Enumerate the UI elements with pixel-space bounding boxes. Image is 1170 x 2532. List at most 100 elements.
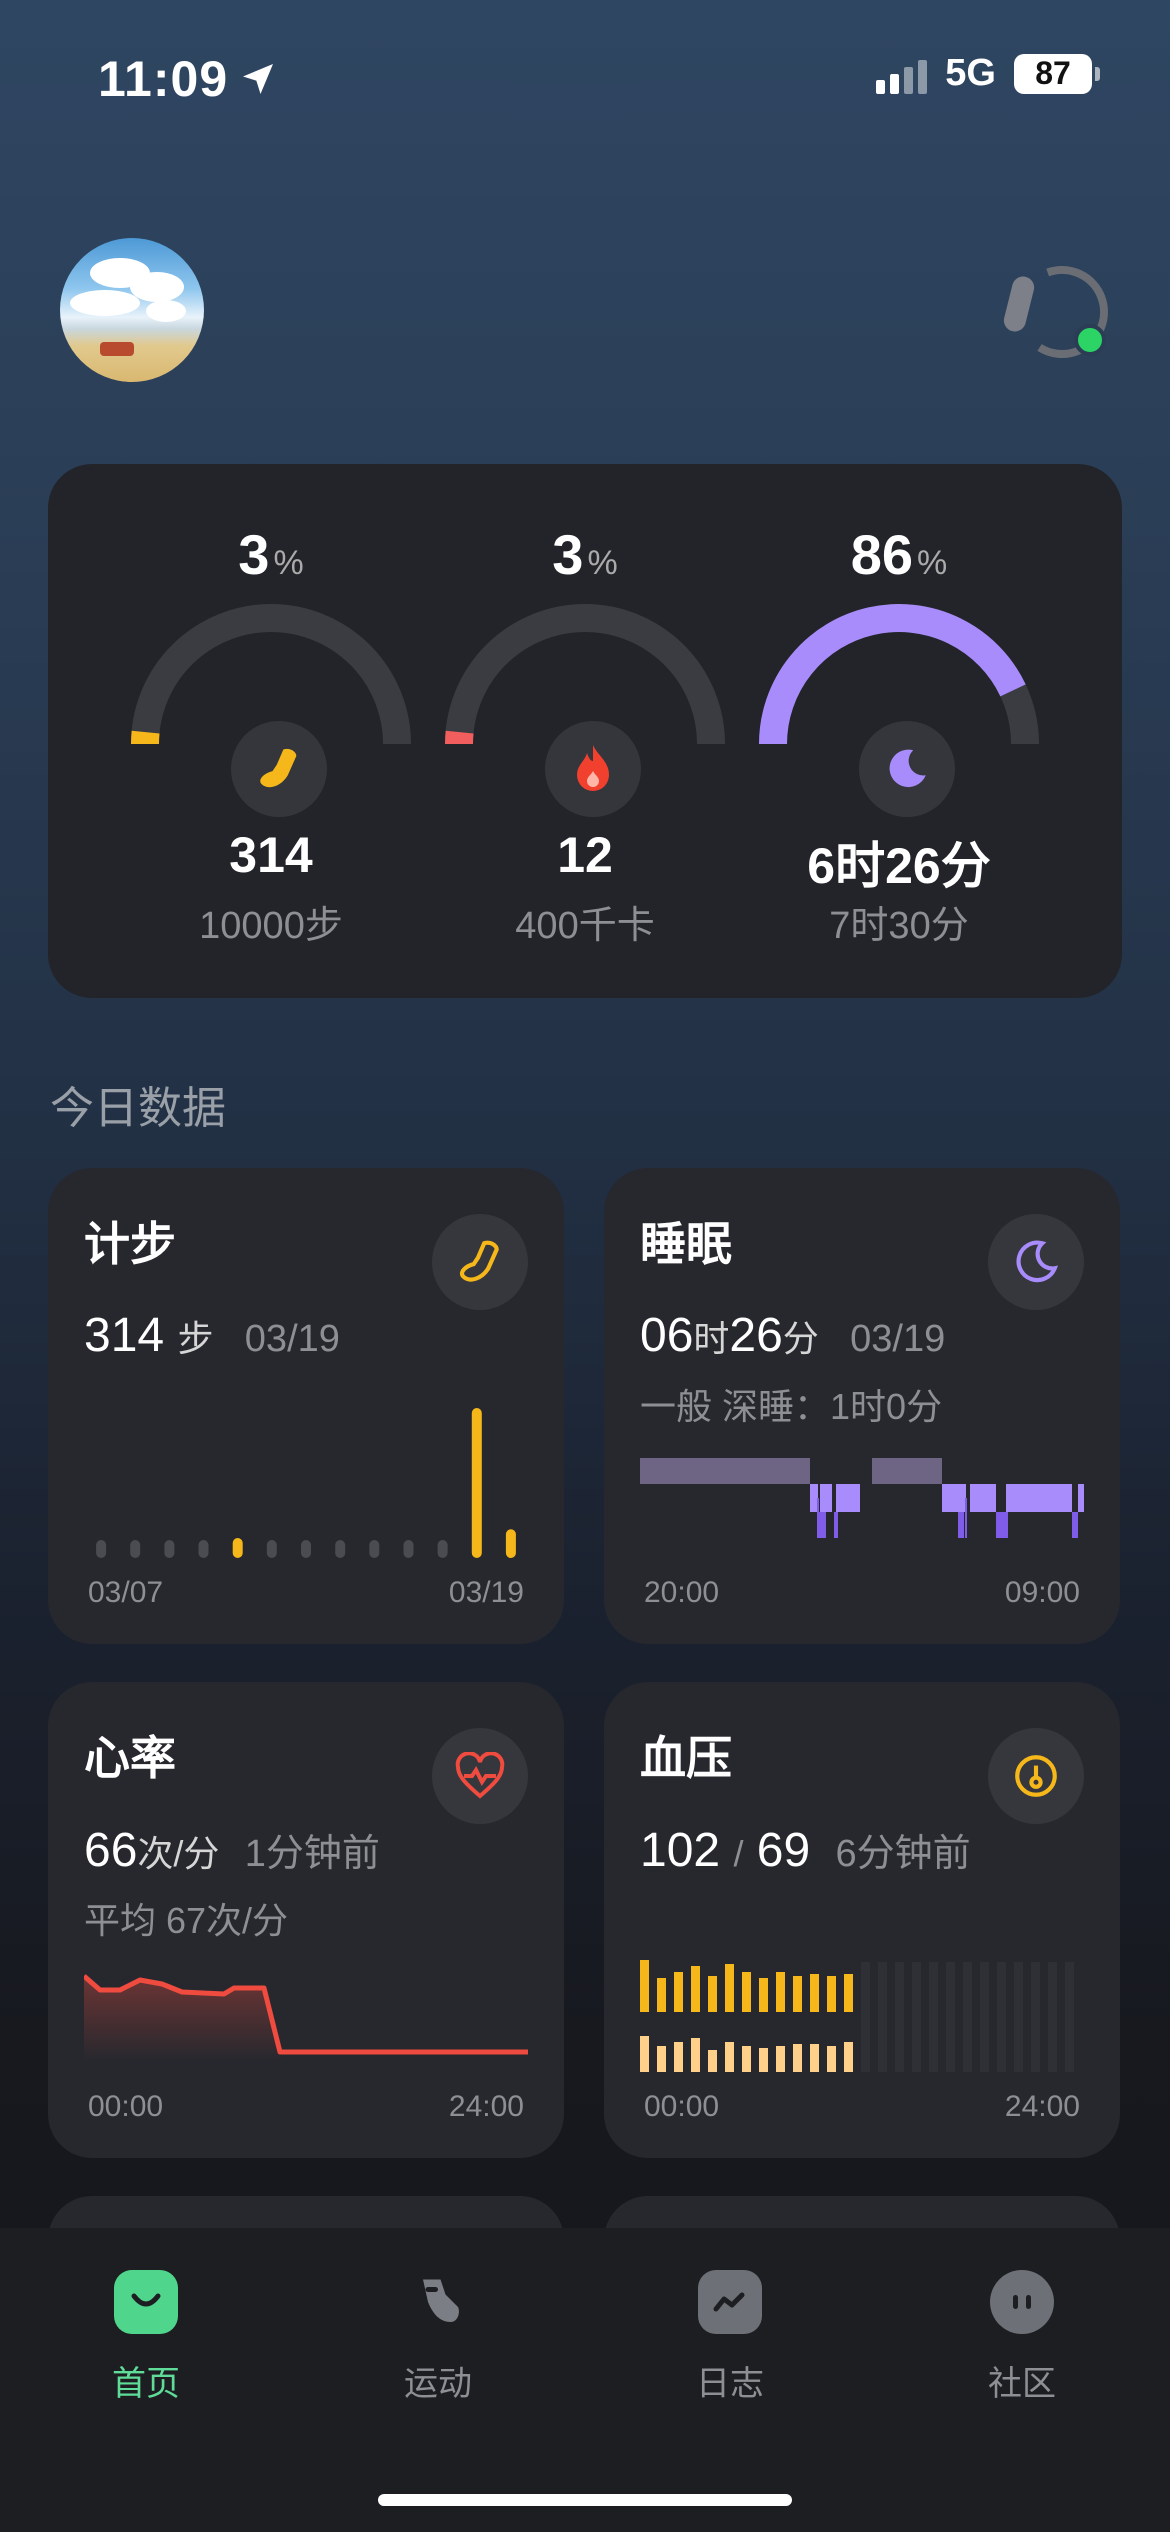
steps-bar (369, 1540, 380, 1558)
moon-icon (859, 721, 955, 817)
bp-systolic-bar (708, 1976, 717, 2012)
status-time: 11:09 (98, 50, 278, 108)
tab-sport[interactable]: 运动 (338, 2270, 538, 2405)
gauge-icon (988, 1728, 1084, 1824)
signal-icon (876, 54, 928, 94)
bp-empty-bar (929, 1962, 938, 2072)
bp-empty-bar (878, 1962, 887, 2072)
bp-empty-bar (997, 1962, 1006, 2072)
time-text: 11:09 (98, 51, 229, 107)
bp-systolic-bar (742, 1972, 751, 2012)
bp-diastolic-bar (640, 2036, 649, 2072)
sleep-value: 6时26分 (807, 838, 991, 894)
calories-percent: 3% (552, 523, 618, 586)
steps-value: 314 (229, 827, 313, 883)
heart-card-value: 66次/分 1分钟前 (84, 1824, 380, 1877)
battery-icon: 87 (1014, 53, 1100, 94)
heart-rate-card[interactable]: 心率 66次/分 1分钟前 平均 67次/分 00:00 24:00 (48, 1682, 564, 2158)
steps-bar (403, 1540, 414, 1558)
bp-diastolic-bar (742, 2046, 751, 2072)
sleep-axis-start: 20:00 (644, 1576, 720, 1609)
sleep-card[interactable]: 睡眠 06时26分 03/19 一般 深睡：1时0分 20:00 09:00 (604, 1168, 1120, 1644)
bp-systolic-bar (674, 1972, 683, 2012)
bp-diastolic-bar (691, 2038, 700, 2072)
steps-card-value: 314 步 03/19 (84, 1309, 340, 1362)
steps-bar (505, 1529, 516, 1558)
tab-home-label: 首页 (112, 2365, 180, 2403)
bp-diastolic-bar (776, 2046, 785, 2072)
steps-bar (198, 1540, 209, 1558)
sleep-card-title: 睡眠 (640, 1218, 732, 1270)
tab-log[interactable]: 日志 (630, 2270, 830, 2405)
location-arrow-icon (243, 64, 274, 94)
tab-bar: 首页 运动 日志 社区 (0, 2228, 1170, 2532)
calories-value: 12 (557, 827, 613, 883)
bp-systolic-bar (810, 1974, 819, 2012)
bp-systolic-bar (640, 1960, 649, 2012)
sleep-stage-chart (640, 1458, 1084, 1538)
shoe-icon (231, 721, 327, 817)
steps-bar (130, 1540, 141, 1558)
bp-systolic-bar (691, 1966, 700, 2012)
bp-systolic-bar (827, 1976, 836, 2012)
bp-diastolic-bar (657, 2046, 666, 2072)
bp-systolic-bar (793, 1976, 802, 2012)
home-face-icon (114, 2270, 178, 2334)
steps-card[interactable]: 计步 314 步 03/19 03/07 03/19 (48, 1168, 564, 1644)
steps-bar-chart (96, 1408, 516, 1558)
sleep-goal: 7时30分 (829, 905, 969, 947)
watch-connected-icon[interactable] (996, 254, 1116, 374)
bp-systolic-bar (759, 1978, 768, 2012)
steps-bar (471, 1408, 482, 1558)
bp-card-title: 血压 (640, 1732, 732, 1784)
steps-axis-end: 03/19 (448, 1576, 524, 1609)
sleep-ring[interactable]: 86% 6时26分 7时30分 (744, 464, 1054, 998)
chat-face-icon (990, 2270, 1054, 2334)
user-avatar[interactable] (60, 238, 204, 382)
section-title: 今日数据 (50, 1084, 226, 1133)
heart-axis-start: 00:00 (88, 2090, 164, 2123)
summary-card[interactable]: 3% 314 10000步 3% 12 400千卡 86% 6时26分 7时30… (48, 464, 1122, 998)
steps-bar (232, 1538, 243, 1558)
status-indicators: 5G 87 (876, 52, 1100, 95)
steps-bar (96, 1540, 107, 1558)
tab-sport-label: 运动 (404, 2365, 472, 2403)
steps-bar (164, 1540, 175, 1558)
steps-bar (335, 1540, 346, 1558)
shoe-icon (432, 1214, 528, 1310)
sleep-card-value: 06时26分 03/19 (640, 1309, 946, 1362)
blood-pressure-card[interactable]: 血压 102 / 69 6分钟前 00:00 24:00 (604, 1682, 1120, 2158)
bp-bar-chart (640, 1960, 1074, 2072)
bp-axis-end: 24:00 (1004, 2090, 1080, 2123)
calories-ring[interactable]: 3% 12 400千卡 (430, 464, 740, 998)
bp-systolic-bar (725, 1964, 734, 2012)
steps-bar (437, 1540, 448, 1558)
bp-diastolic-bar (827, 2046, 836, 2072)
bp-diastolic-bar (674, 2042, 683, 2072)
bp-systolic-bar (776, 1972, 785, 2012)
tab-community[interactable]: 社区 (922, 2270, 1122, 2405)
steps-card-title: 计步 (84, 1218, 176, 1270)
bp-diastolic-bar (844, 2042, 853, 2072)
steps-ring[interactable]: 3% 314 10000步 (116, 464, 426, 998)
tab-home[interactable]: 首页 (46, 2270, 246, 2405)
bp-systolic-bar (844, 1974, 853, 2012)
tab-log-label: 日志 (696, 2365, 764, 2403)
sleep-card-detail: 一般 深睡：1时0分 (640, 1386, 943, 1427)
bp-diastolic-bar (810, 2044, 819, 2072)
sleep-axis-end: 09:00 (1004, 1576, 1080, 1609)
heart-rate-line-chart (84, 1974, 528, 2062)
home-indicator (378, 2494, 792, 2506)
bp-empty-bar (1065, 1962, 1074, 2072)
battery-level: 87 (1035, 55, 1071, 91)
bp-empty-bar (861, 1962, 870, 2072)
bp-empty-bar (963, 1962, 972, 2072)
steps-percent: 3% (238, 523, 304, 586)
status-bar: 11:09 5G 87 (0, 0, 1170, 150)
heart-pulse-icon (432, 1728, 528, 1824)
calories-goal: 400千卡 (515, 905, 655, 947)
bp-empty-bar (895, 1962, 904, 2072)
heart-axis-end: 24:00 (448, 2090, 524, 2123)
trend-icon (698, 2270, 762, 2334)
moon-icon (988, 1214, 1084, 1310)
